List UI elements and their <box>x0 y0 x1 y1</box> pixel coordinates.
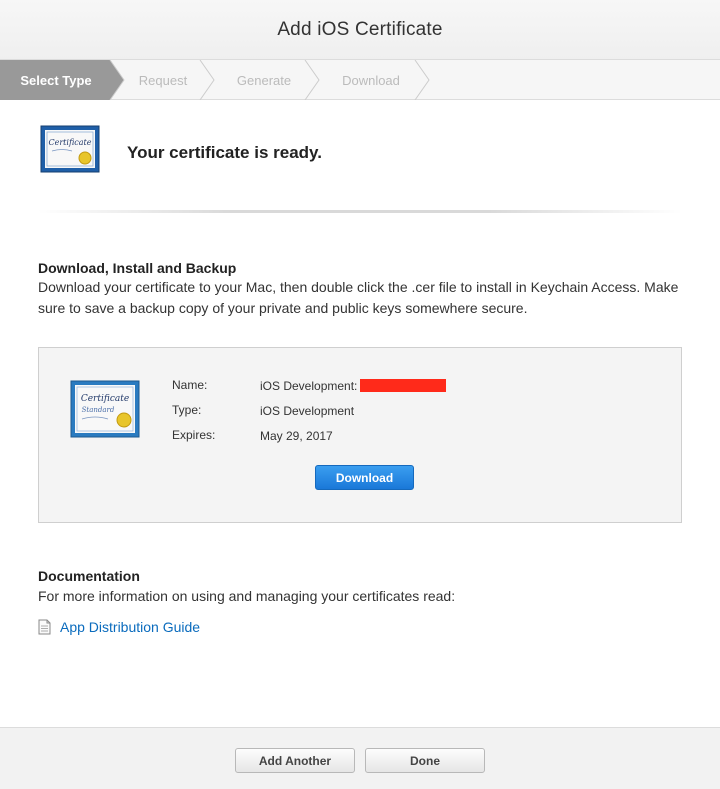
redacted-block <box>360 379 447 392</box>
step-download: Download <box>342 72 400 88</box>
name-label: Name: <box>172 378 208 392</box>
add-another-button[interactable]: Add Another <box>235 748 355 773</box>
certificate-details-box: Certificate Standard Name: iOS Developme… <box>38 347 682 523</box>
type-value: iOS Development <box>260 404 355 418</box>
app-distribution-guide-link[interactable]: App Distribution Guide <box>38 617 200 637</box>
step-progress-bar: Select Type Request Generate Download <box>0 60 720 100</box>
expires-value: May 29, 2017 <box>260 429 333 443</box>
svg-text:Certificate: Certificate <box>49 138 92 147</box>
svg-text:Standard: Standard <box>82 406 115 414</box>
documentation-title: Documentation <box>38 568 140 584</box>
page-title: Add iOS Certificate <box>277 18 443 40</box>
name-value: iOS Development: <box>260 379 447 393</box>
done-button[interactable]: Done <box>365 748 485 773</box>
page-header: Add iOS Certificate <box>0 0 720 60</box>
step-select-type: Select Type <box>20 72 92 88</box>
step-generate: Generate <box>236 72 292 88</box>
step-request: Request <box>138 72 188 88</box>
section-divider <box>38 210 682 213</box>
download-button[interactable]: Download <box>315 465 414 490</box>
app-distribution-guide-label[interactable]: App Distribution Guide <box>60 619 200 635</box>
document-icon <box>38 619 51 635</box>
download-section-text: Download your certificate to your Mac, t… <box>38 279 679 316</box>
name-value-text: iOS Development: <box>260 379 358 393</box>
download-section-title: Download, Install and Backup <box>38 260 237 276</box>
footer-bar: Add Another Done <box>0 727 720 789</box>
type-label: Type: <box>172 403 202 417</box>
expires-label: Expires: <box>172 428 216 442</box>
svg-text:Certificate: Certificate <box>81 394 129 404</box>
documentation-text: For more information on using and managi… <box>38 588 456 604</box>
certificate-standard-icon: Certificate Standard <box>70 380 140 438</box>
certificate-icon: Certificate <box>40 125 100 173</box>
certificate-ready-message: Your certificate is ready. <box>127 143 322 162</box>
